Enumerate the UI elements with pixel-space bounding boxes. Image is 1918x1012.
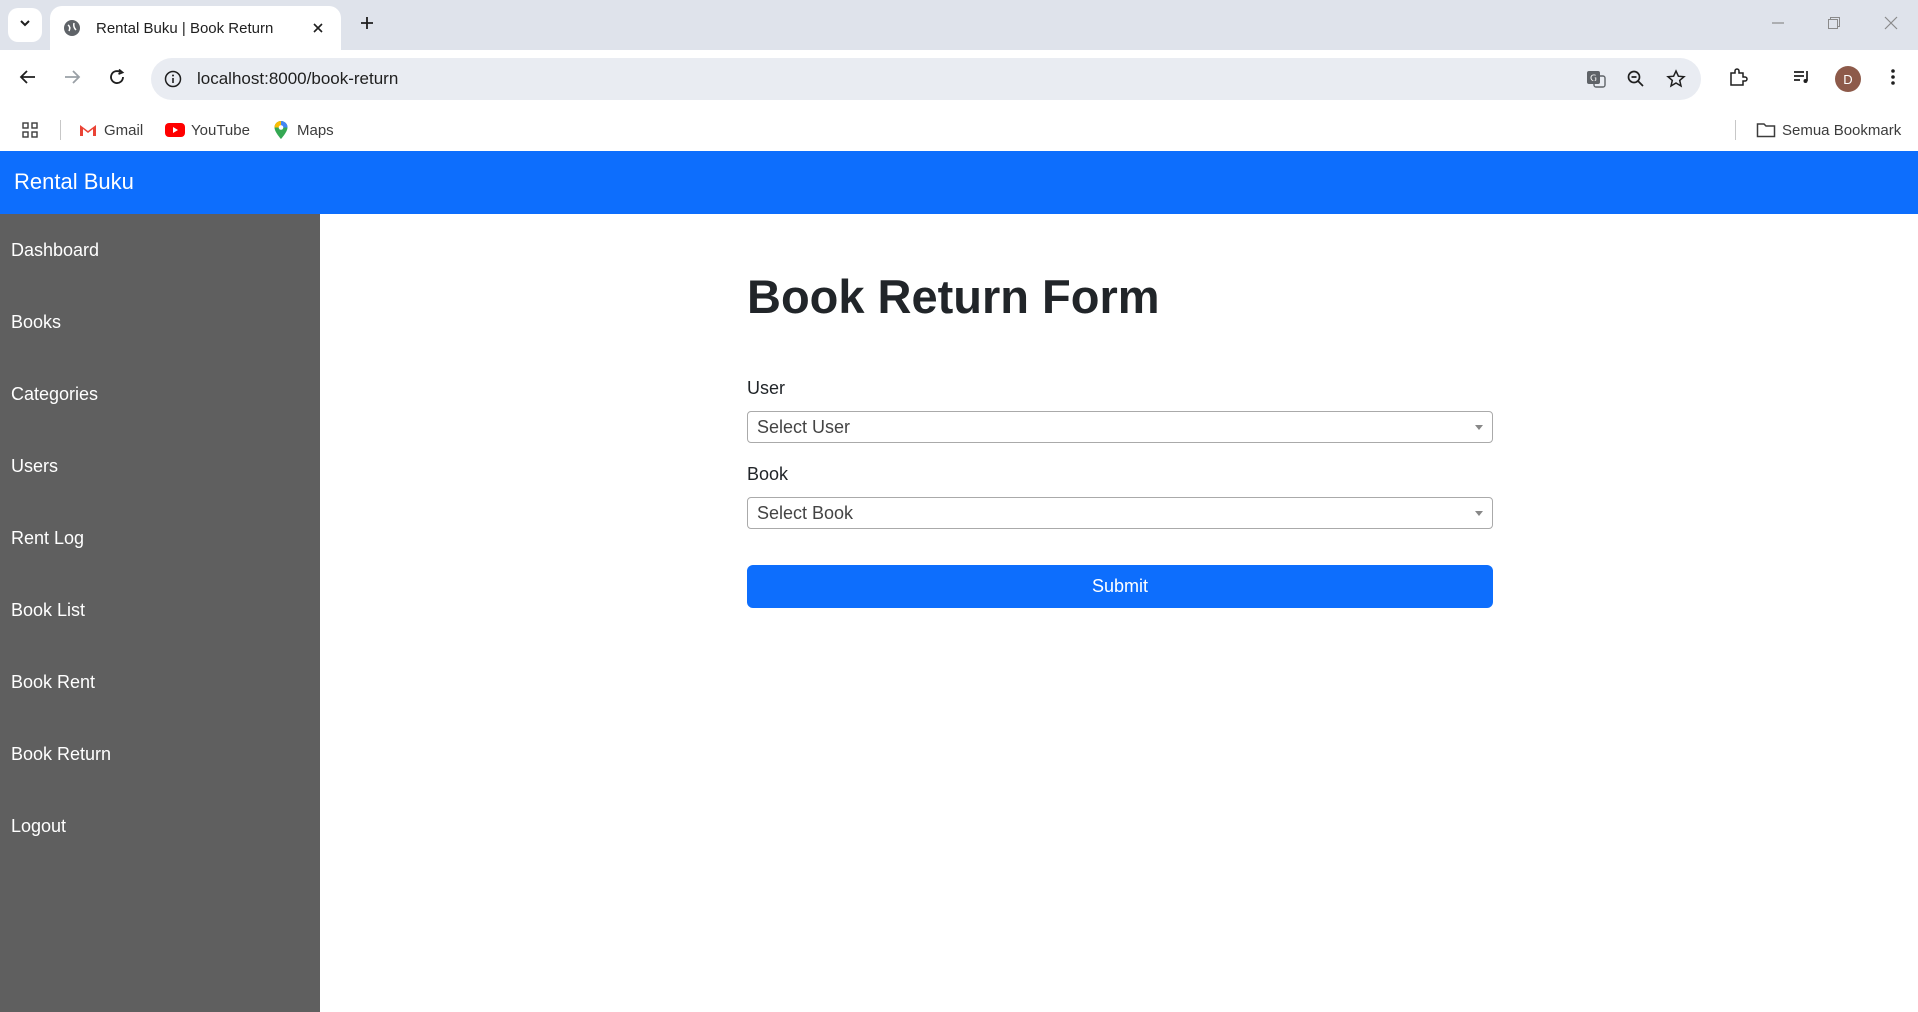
globe-icon [62, 18, 82, 38]
browser-tabstrip: Rental Buku | Book Return [0, 0, 1918, 50]
active-tab[interactable]: Rental Buku | Book Return [50, 6, 341, 50]
sidebar-item-book-return[interactable]: Book Return [0, 718, 320, 790]
bookmark-separator [60, 120, 61, 140]
bookmark-separator [1735, 120, 1736, 140]
tab-title: Rental Buku | Book Return [96, 19, 274, 37]
all-bookmarks-button[interactable]: Semua Bookmark [1756, 116, 1901, 144]
close-icon[interactable] [307, 17, 329, 39]
restore-icon [1827, 16, 1841, 35]
all-bookmarks-label: Semua Bookmark [1782, 121, 1902, 139]
browser-toolbar: localhost:8000/book-return G D [0, 50, 1918, 108]
sidebar-item-users[interactable]: Users [0, 430, 320, 502]
chevron-down-icon [18, 16, 32, 35]
extensions-button[interactable] [1722, 63, 1754, 95]
apps-button[interactable] [20, 116, 46, 144]
more-vertical-icon [1890, 67, 1896, 92]
apps-grid-icon [20, 120, 40, 140]
book-select[interactable]: Select Book [747, 497, 1493, 529]
user-label: User [747, 378, 786, 398]
page-title: Book Return Form [747, 270, 1160, 323]
window-close-button[interactable] [1871, 8, 1911, 42]
bookmark-gmail[interactable]: Gmail [78, 116, 143, 144]
puzzle-icon [1728, 67, 1748, 92]
sidebar-item-books[interactable]: Books [0, 286, 320, 358]
bookmark-youtube[interactable]: YouTube [165, 116, 250, 144]
star-icon[interactable] [1661, 64, 1691, 94]
sidebar-item-book-rent[interactable]: Book Rent [0, 646, 320, 718]
translate-icon[interactable]: G [1581, 64, 1611, 94]
forward-button[interactable] [56, 63, 88, 95]
url-text[interactable]: localhost:8000/book-return [197, 69, 1581, 89]
browser-menu-button[interactable] [1877, 63, 1909, 95]
back-button[interactable] [12, 63, 44, 95]
user-select-value: Select User [757, 416, 851, 437]
bookmark-label: Gmail [104, 121, 144, 139]
dropdown-arrow-icon [1475, 425, 1483, 430]
user-select[interactable]: Select User [747, 411, 1493, 443]
playlist-icon [1792, 67, 1812, 92]
site-info-icon[interactable] [161, 67, 185, 91]
tab-search-button[interactable] [8, 8, 42, 42]
submit-button[interactable]: Submit [747, 565, 1493, 608]
sidebar-item-book-list[interactable]: Book List [0, 574, 320, 646]
book-select-value: Select Book [757, 502, 854, 523]
sidebar-item-rent-log[interactable]: Rent Log [0, 502, 320, 574]
bookmark-maps[interactable]: Maps [271, 116, 334, 144]
close-icon [1884, 16, 1898, 35]
zoom-icon[interactable] [1621, 64, 1651, 94]
arrow-left-icon [19, 68, 37, 91]
youtube-icon [165, 120, 185, 140]
sidebar-item-logout[interactable]: Logout [0, 790, 320, 862]
maps-icon [271, 120, 291, 140]
restore-button[interactable] [1814, 8, 1854, 42]
minimize-button[interactable] [1758, 8, 1798, 42]
gmail-icon [78, 120, 98, 140]
main-content: Book Return Form User Select User Book S… [320, 214, 1918, 1012]
sidebar-item-categories[interactable]: Categories [0, 358, 320, 430]
media-control-button[interactable] [1786, 63, 1818, 95]
reload-button[interactable] [101, 63, 133, 95]
dropdown-arrow-icon [1475, 511, 1483, 516]
sidebar: Dashboard Books Categories Users Rent Lo… [0, 214, 320, 1012]
sidebar-item-dashboard[interactable]: Dashboard [0, 214, 320, 286]
bookmark-label: Maps [297, 121, 334, 139]
reload-icon [108, 68, 126, 91]
address-bar[interactable]: localhost:8000/book-return G [151, 58, 1701, 100]
app-header: Rental Buku [0, 151, 1918, 214]
new-tab-button[interactable] [352, 10, 382, 40]
arrow-right-icon [63, 68, 81, 91]
minimize-icon [1771, 16, 1785, 35]
bookmark-label: YouTube [191, 121, 250, 139]
brand-title[interactable]: Rental Buku [14, 169, 134, 195]
book-label: Book [747, 464, 789, 484]
plus-icon [359, 15, 375, 36]
profile-avatar[interactable]: D [1835, 66, 1861, 92]
bookmarks-bar: Gmail YouTube Maps Semua Bookmark [0, 108, 1918, 151]
folder-icon [1756, 120, 1776, 140]
